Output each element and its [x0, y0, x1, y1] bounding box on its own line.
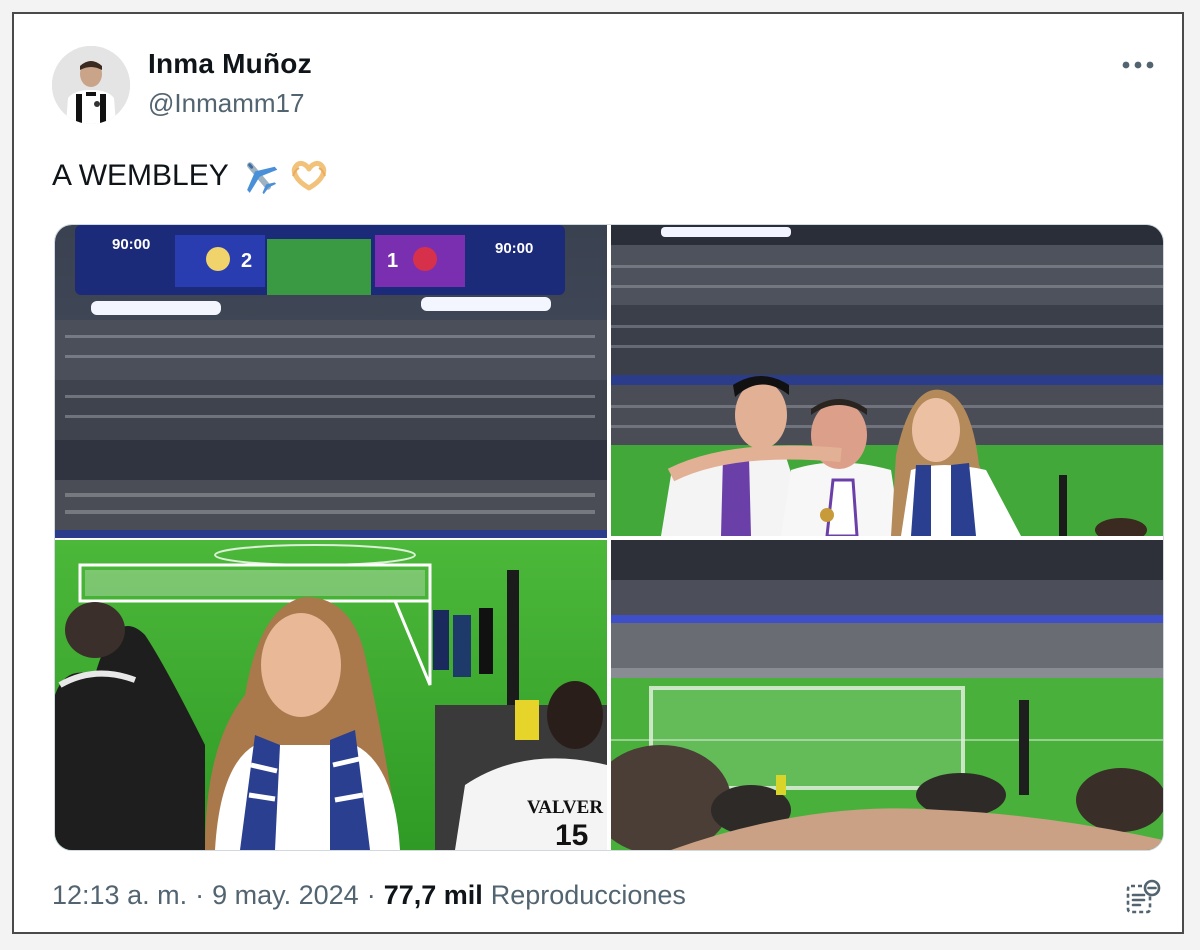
scoreboard-home-score: 2 — [241, 250, 252, 272]
author-handle[interactable]: @Inmamm17 — [148, 88, 304, 119]
shirt-number: 15 — [555, 819, 588, 850]
tweet-time[interactable]: 12:13 a. m. — [52, 880, 187, 911]
photo-blurred-pitch-image — [611, 540, 1163, 850]
photo-stadium-woman-image: 90:00 90:00 2 1 VALVER 15 — [55, 225, 607, 850]
airplane-emoji — [246, 162, 278, 195]
photo-blurred-pitch[interactable] — [611, 540, 1163, 850]
avatar-image — [52, 46, 130, 124]
scoreboard-time-left: 90:00 — [112, 236, 150, 253]
photo-three-fans-image — [611, 225, 1163, 536]
views-count: 77,7 mil — [383, 880, 483, 910]
heart-hands-emoji — [291, 160, 326, 191]
views-label: Reproducciones — [490, 880, 686, 910]
scoreboard-away-score: 1 — [387, 250, 398, 272]
tweet-metadata: 12:13 a. m. · 9 may. 2024 · 77,7 mil Rep… — [52, 880, 686, 911]
scoreboard-time-right: 90:00 — [495, 240, 533, 257]
tweet-text: A WEMBLEY — [52, 156, 329, 196]
analytics-icon — [1126, 879, 1161, 914]
avatar[interactable] — [52, 46, 130, 124]
tweet-date[interactable]: 9 may. 2024 — [212, 880, 359, 911]
separator: · — [195, 880, 205, 910]
author-name[interactable]: Inma Muñoz — [148, 48, 312, 80]
photo-stadium-woman[interactable]: 90:00 90:00 2 1 VALVER 15 — [55, 225, 607, 850]
photo-three-fans[interactable] — [611, 225, 1163, 536]
analytics-button[interactable] — [1122, 878, 1162, 918]
more-options-icon — [1122, 61, 1154, 69]
shirt-name: VALVER — [527, 797, 603, 818]
more-options-button[interactable] — [1118, 50, 1158, 80]
media-grid: 90:00 90:00 2 1 VALVER 15 — [54, 224, 1164, 851]
tweet-body: A WEMBLEY — [52, 159, 229, 192]
tweet-card: Inma Muñoz @Inmamm17 A WEMBLEY 90:00 90:… — [12, 12, 1184, 934]
separator: · — [366, 880, 376, 910]
